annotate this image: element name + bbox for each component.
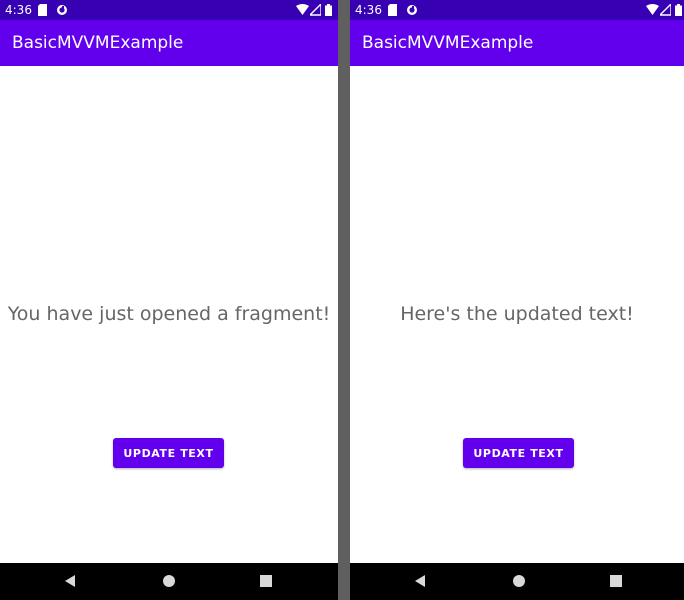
- status-bar: 4:36: [350, 0, 684, 20]
- fragment-content: Here's the updated text! UPDATE TEXT: [350, 66, 684, 563]
- status-bar: 4:36: [0, 0, 338, 20]
- message-text: You have just opened a fragment!: [7, 303, 331, 325]
- back-icon[interactable]: [409, 570, 431, 592]
- app-title: BasicMVVMExample: [12, 33, 184, 53]
- wifi-icon: [296, 4, 309, 15]
- sim-card-icon: [388, 4, 397, 16]
- navigation-bar: [0, 563, 338, 600]
- app-bar: BasicMVVMExample: [350, 20, 684, 66]
- status-time: 4:36: [5, 3, 32, 17]
- status-time: 4:36: [355, 3, 382, 17]
- back-icon[interactable]: [59, 570, 81, 592]
- battery-icon: [325, 4, 332, 16]
- wifi-icon: [646, 4, 659, 15]
- message-text: Here's the updated text!: [400, 303, 634, 325]
- fragment-content: You have just opened a fragment! UPDATE …: [0, 66, 338, 563]
- signal-icon: [310, 4, 321, 16]
- sync-icon: [57, 5, 67, 15]
- app-title: BasicMVVMExample: [362, 33, 534, 53]
- home-icon[interactable]: [158, 570, 180, 592]
- recents-icon[interactable]: [605, 570, 627, 592]
- sim-card-icon: [38, 4, 47, 16]
- phone-screen-after: 4:36 BasicMVVMExample Here's the updated…: [350, 0, 684, 600]
- phone-screen-before: 4:36 BasicMVVMExample You have just open…: [0, 0, 338, 600]
- signal-icon: [660, 4, 671, 16]
- sync-icon: [407, 5, 417, 15]
- recents-icon[interactable]: [255, 570, 277, 592]
- update-text-button[interactable]: UPDATE TEXT: [463, 438, 574, 468]
- home-icon[interactable]: [508, 570, 530, 592]
- navigation-bar: [350, 563, 684, 600]
- update-text-button[interactable]: UPDATE TEXT: [113, 438, 224, 468]
- app-bar: BasicMVVMExample: [0, 20, 338, 66]
- battery-icon: [675, 4, 682, 16]
